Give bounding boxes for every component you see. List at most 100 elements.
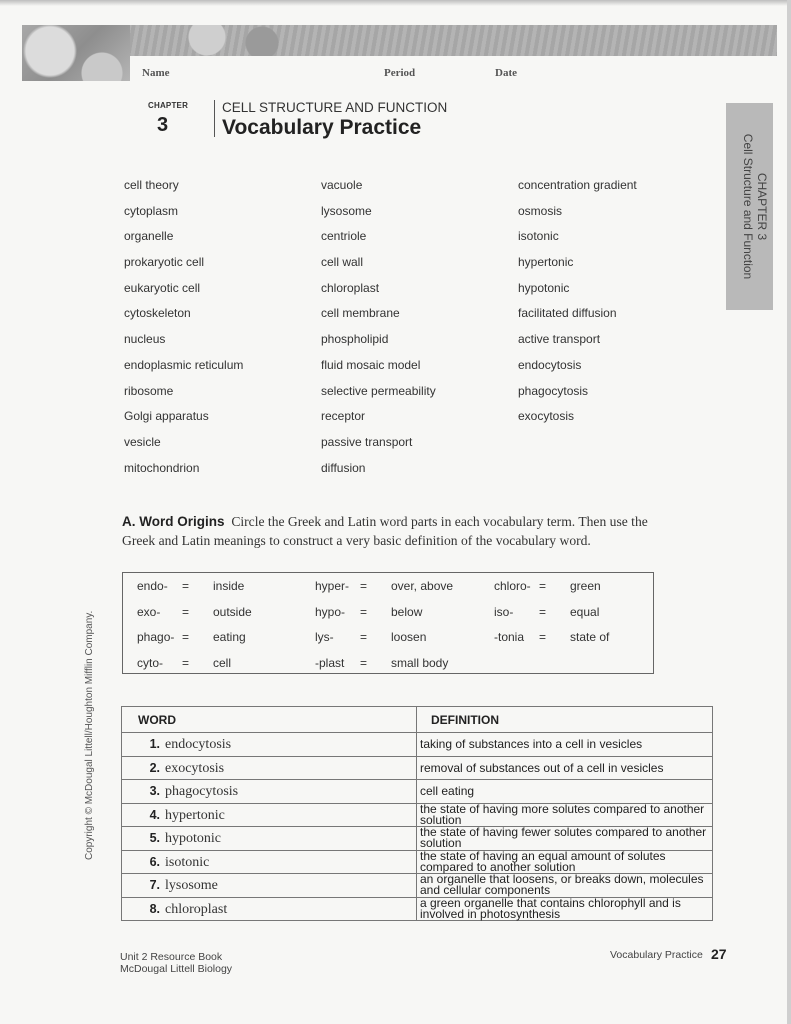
definition-text: removal of substances out of a cell in v…: [420, 760, 664, 775]
word-part-meaning: green: [570, 579, 601, 593]
word-part: -plast: [315, 655, 345, 670]
word-cell: 7. lysosome: [121, 873, 417, 898]
row-number: 1.: [149, 737, 160, 752]
page-title: Vocabulary Practice: [222, 116, 422, 139]
name-label: Name: [142, 67, 170, 79]
table-row: 4. hypertonic the state of having more sol…: [121, 802, 713, 827]
word-part-meaning: loosen: [391, 630, 427, 644]
footer-section: Vocabulary Practice: [610, 949, 703, 961]
chapter-side-tab: CHAPTER 3 Cell Structure and Function: [726, 103, 773, 310]
definition-text: the state of having an equal amount of s…: [420, 848, 666, 874]
period-label: Period: [384, 67, 416, 79]
vocab-term: centriole: [321, 229, 367, 244]
word-part-meaning: equal: [570, 604, 600, 619]
copyright-notice: Copyright © McDougal Littell/Houghton Mi…: [84, 610, 95, 860]
word-cell: 8. chloroplast: [121, 896, 417, 921]
vocab-word: exocytosis: [165, 760, 225, 776]
vocab-term: chloroplast: [321, 280, 380, 295]
definition-cell[interactable]: taking of substances into a cell in vesi…: [416, 732, 713, 757]
vocab-column-3: concentration gradient osmosis isotonic hyp…: [518, 176, 637, 433]
vocab-word: hypotonic: [165, 831, 221, 847]
table-row: 2. exocytosis removal of substances out of…: [121, 755, 713, 780]
vocab-term: endoplasmic reticulum: [124, 357, 244, 372]
vocab-term: osmosis: [518, 203, 563, 218]
word-part: -tonia: [494, 630, 525, 644]
section-a-instructions: A. Word Origins Circle the Greek and Lat…: [122, 512, 662, 550]
equals-sign: =: [360, 655, 368, 670]
definition-cell[interactable]: removal of substances out of a cell in v…: [416, 755, 713, 780]
definition-cell[interactable]: a green organelle that contains chloroph…: [416, 895, 713, 921]
equals-sign: =: [182, 655, 190, 670]
word-part: hyper-: [315, 579, 350, 593]
vocab-term: isotonic: [518, 229, 559, 244]
equals-sign: =: [182, 630, 190, 644]
vocab-term: cell theory: [124, 178, 179, 192]
equals-sign: =: [360, 604, 368, 619]
row-number: 7.: [149, 878, 160, 893]
row-number: 8.: [149, 901, 160, 916]
definition-cell[interactable]: an organelle that loosens, or breaks dow…: [416, 872, 713, 898]
table-header-row: WORD DEFINITION: [121, 706, 713, 733]
section-a-heading: A. Word Origins: [122, 514, 225, 529]
equals-sign: =: [539, 604, 547, 619]
footer-publisher: McDougal Littell Biology: [120, 963, 233, 975]
definition-cell[interactable]: the state of having more solutes compare…: [416, 802, 713, 827]
word-part: endo-: [137, 579, 168, 593]
side-tab-topic: Cell Structure and Function: [741, 133, 755, 280]
vocab-term: ribosome: [124, 383, 174, 398]
word-cell: 6. isotonic: [121, 849, 417, 874]
word-part: cyto-: [137, 655, 164, 670]
vocab-term: cytoskeleton: [124, 306, 191, 321]
vocab-term: phospholipid: [321, 332, 389, 347]
vocab-term: hypertonic: [518, 255, 574, 270]
footer-book-info: Unit 2 Resource Book McDougal Littell Bi…: [120, 951, 232, 975]
definition-text: a green organelle that contains chloroph…: [420, 895, 681, 921]
header-banner-cell-image: [22, 25, 130, 81]
word-part: iso-: [494, 604, 514, 619]
chapter-subtitle: CELL STRUCTURE AND FUNCTION: [222, 100, 448, 115]
vocab-term: lysosome: [321, 203, 372, 218]
vocab-term: organelle: [124, 229, 174, 244]
row-number: 5.: [149, 831, 160, 846]
word-part: chloro-: [494, 579, 531, 593]
vocab-column-1: cell theory cytoplasm organelle prokaryotic…: [124, 176, 243, 484]
page-top-edge: [0, 0, 791, 6]
table-row: 3. phagocytosis cell eating: [121, 779, 713, 804]
chapter-number: 3: [157, 114, 169, 136]
word-part-meaning: cell: [213, 655, 232, 670]
definition-cell[interactable]: the state of having an equal amount of s…: [416, 848, 713, 874]
equals-sign: =: [182, 604, 190, 619]
vocab-term: concentration gradient: [518, 178, 637, 192]
word-cell: 2. exocytosis: [121, 755, 417, 780]
definition-column-header: DEFINITION: [416, 706, 713, 733]
word-part-meaning: state of: [570, 630, 610, 644]
chapter-label: CHAPTER: [148, 101, 189, 110]
definition-text: taking of substances into a cell in vesi…: [420, 737, 643, 752]
word-part: hypo-: [315, 604, 346, 619]
vocab-term: cell wall: [321, 255, 364, 270]
vocab-term: cytoplasm: [124, 203, 179, 218]
word-part: exo-: [137, 604, 161, 619]
date-label: Date: [495, 67, 517, 79]
table-row: 8. chloroplast a green organelle that cont…: [121, 895, 713, 921]
vocab-term: fluid mosaic model: [321, 357, 421, 372]
vocab-term: phagocytosis: [518, 383, 589, 398]
word-column-header: WORD: [121, 706, 417, 733]
definitions-table: WORD DEFINITION 1. endocytosis taking of s…: [121, 706, 713, 921]
vocab-term: mitochondrion: [124, 460, 200, 475]
word-part-meaning: over, above: [391, 579, 454, 593]
vocab-term: vacuole: [321, 178, 363, 192]
table-row: 6. isotonic the state of having an equal a…: [121, 848, 713, 874]
vocab-word: phagocytosis: [165, 784, 239, 800]
header-banner-image: [22, 25, 777, 56]
vocab-term: vesicle: [124, 434, 161, 449]
definition-text: an organelle that loosens, or breaks dow…: [420, 872, 704, 898]
word-part-meaning: eating: [213, 630, 246, 644]
definition-cell[interactable]: cell eating: [416, 779, 713, 804]
definition-cell[interactable]: the state of having fewer solutes compar…: [416, 826, 713, 851]
vocab-term: facilitated diffusion: [518, 306, 617, 321]
vocab-word: isotonic: [165, 854, 210, 870]
table-row: 1. endocytosis taking of substances into a…: [121, 732, 713, 757]
equals-sign: =: [539, 579, 547, 593]
title-divider: [214, 100, 215, 137]
